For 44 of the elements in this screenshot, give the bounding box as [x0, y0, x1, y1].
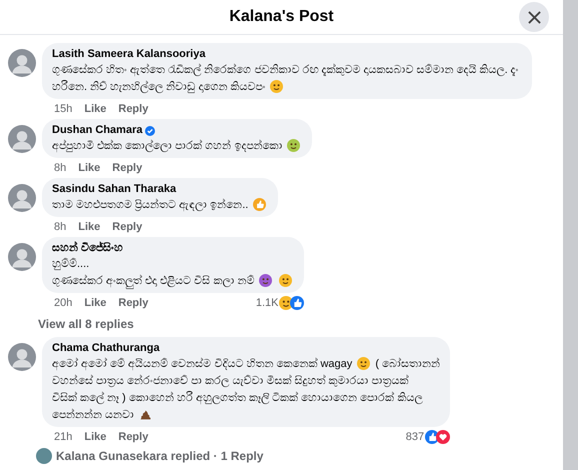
avatar-icon — [8, 243, 36, 271]
comment-time[interactable]: 8h — [54, 160, 66, 176]
reply-link[interactable]: Reply — [112, 160, 142, 176]
close-icon — [528, 10, 540, 24]
verified-icon — [145, 126, 156, 136]
comment-text: ( බෝසතානන් — [375, 358, 440, 370]
like-link[interactable]: Like — [84, 428, 106, 446]
view-replies-link[interactable]: View all 8 replies — [38, 315, 304, 333]
comment-text: ගුණසේකර හිතං ඇත්තෙ රැඩිකල් නිරෙක්ගෙ ජවනිකාව රඟ දැක්කුවම දායකසබාව සම්මාන දෙයි කියල. දැං හරිනෙ. නිව් හැනහිල්ලෙ නිවාඩු දාගෙන කියවපං — [52, 64, 519, 93]
comment-time[interactable]: 21h — [54, 428, 72, 446]
comment-text: විසික් කලේ නෑ ) කොහෙන් හරි අහුලගත්ත කෑලි ටිකක් හොයාගෙන පොරක් කියල — [52, 392, 422, 404]
reply-link[interactable]: Reply — [118, 428, 148, 446]
author-name[interactable]: Lasith Sameera Kalansooriya — [52, 46, 206, 63]
avatar-icon — [8, 184, 36, 212]
reply-link[interactable]: Reply — [118, 100, 148, 118]
reply-link[interactable]: Reply — [118, 294, 148, 312]
comment-time[interactable]: 15h — [54, 100, 72, 118]
comment-text: පෙන්නන්න යනවා — [52, 409, 134, 421]
author-name[interactable]: Sasindu Sahan Tharaka — [52, 181, 176, 198]
like-link[interactable]: Like — [78, 160, 100, 176]
avatar-icon — [8, 49, 36, 77]
comment-text: ගුණසේකර අංකලුත් එදා එළියට විසි කලා නම් — [52, 275, 254, 287]
dialog-title: Kalana's Post — [229, 7, 334, 27]
comment-text: වහන්සේ පාත්‍රය නේරංජනාවේ පා කරල යැව්වා මිසක් සිදුහත් කුමාරයා පාත්‍රයක් — [52, 375, 409, 387]
like-link[interactable]: Like — [84, 294, 106, 312]
like-link[interactable]: Like — [78, 218, 100, 236]
reaction-count[interactable]: 837 — [406, 428, 424, 446]
author-name[interactable]: Dushan Chamara — [52, 122, 142, 139]
comment-time[interactable]: 20h — [54, 294, 72, 312]
avatar-icon — [8, 343, 36, 371]
comment-text: අමෝ අමෝ මේ අයියනම් වෙනස්ම විදියට හිතන කෙනෙක් wagay — [52, 358, 352, 370]
comment-text: අප්පුහාමි එක්ක කොල්ලො පාරක් ගහන් ඉදපන්කො — [52, 140, 282, 152]
author-name[interactable]: Chama Chathuranga — [52, 340, 160, 357]
avatar-icon — [8, 125, 36, 153]
author-name[interactable]: සහන් විජේසිංහ — [52, 240, 124, 257]
like-link[interactable]: Like — [84, 100, 106, 118]
comment-text: තාම මහළුපතගම ප්‍රියන්තට ඇඳලා ඉන්නෙ.. — [52, 199, 248, 211]
comment-text: හුම්ම්.... — [52, 258, 90, 270]
avatar-icon — [36, 448, 52, 464]
close-button[interactable] — [519, 2, 549, 32]
reply-link[interactable]: Reply — [112, 218, 142, 236]
reaction-count[interactable]: 1.1K — [256, 294, 278, 312]
comment-time[interactable]: 8h — [54, 218, 66, 236]
replies-link[interactable]: Kalana Gunasekara replied · 1 Reply — [56, 447, 264, 465]
